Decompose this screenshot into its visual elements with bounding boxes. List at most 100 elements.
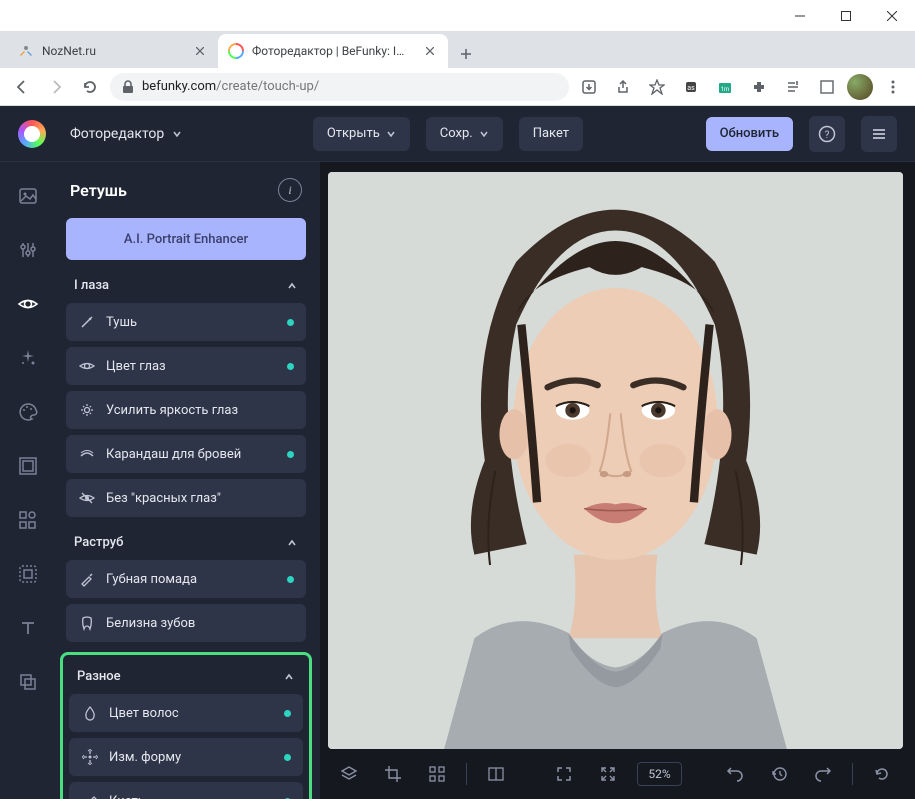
rail-frames-button[interactable] [10, 448, 46, 484]
browser-tab[interactable]: NozNet.ru [8, 34, 218, 68]
tool-red-eye[interactable]: Без "красных глаз" [66, 479, 306, 517]
svg-text:1m: 1m [721, 86, 730, 93]
profile-avatar[interactable] [847, 74, 873, 100]
reshape-icon [81, 748, 99, 766]
rail-effects-button[interactable] [10, 340, 46, 376]
fit-button[interactable] [593, 759, 623, 789]
tool-mascara[interactable]: Тушь [66, 303, 306, 341]
pro-dot-icon [284, 754, 291, 761]
tab-title: NozNet.ru [42, 44, 184, 58]
browser-tab[interactable]: Фоторедактор | BeFunky: Image [218, 34, 448, 68]
canvas[interactable] [328, 172, 903, 749]
forward-button[interactable] [42, 73, 70, 101]
section-header[interactable]: І лаза [66, 270, 306, 301]
fullscreen-button[interactable] [549, 759, 579, 789]
tool-label: Кисть [109, 794, 145, 799]
tool-label: Белизна зубов [106, 616, 195, 631]
tool-lipstick[interactable]: Губная помада [66, 560, 306, 598]
reset-button[interactable] [867, 759, 897, 789]
rail-artsy-button[interactable] [10, 394, 46, 430]
section-header[interactable]: Раструб [66, 527, 306, 558]
bookmark-button[interactable] [643, 73, 671, 101]
close-icon[interactable] [422, 43, 438, 59]
tool-brush[interactable]: Кисть [69, 782, 303, 799]
section-title: Разное [77, 669, 121, 684]
tool-hair-color[interactable]: Цвет волос [69, 694, 303, 732]
zoom-indicator[interactable]: 52% [637, 762, 681, 786]
tool-label: Без "красных глаз" [106, 491, 221, 506]
undo-button[interactable] [720, 759, 750, 789]
pro-dot-icon [287, 319, 294, 326]
extension-icon[interactable] [813, 73, 841, 101]
extension-icon[interactable] [779, 73, 807, 101]
section-title: І лаза [74, 278, 109, 293]
rail-textures-button[interactable] [10, 664, 46, 700]
tool-eye-color[interactable]: Цвет глаз [66, 347, 306, 385]
mode-label: Фоторедактор [70, 126, 164, 142]
grid-button[interactable] [422, 759, 452, 789]
pro-dot-icon [287, 363, 294, 370]
befunky-favicon-icon [228, 43, 244, 59]
help-button[interactable]: ? [809, 116, 845, 152]
batch-button[interactable]: Пакет [519, 117, 583, 151]
tool-teeth-whiten[interactable]: Белизна зубов [66, 604, 306, 642]
extension-icon[interactable]: as [677, 73, 705, 101]
info-button[interactable]: i [278, 178, 302, 202]
crop-button[interactable] [378, 759, 408, 789]
share-icon[interactable] [609, 73, 637, 101]
svg-text:as: as [687, 84, 695, 92]
rail-text-button[interactable] [10, 610, 46, 646]
window-titlebar [0, 0, 915, 32]
extensions-button[interactable] [745, 73, 773, 101]
section-title: Раструб [74, 535, 123, 550]
reload-button[interactable] [76, 73, 104, 101]
tool-label: Усилить яркость глаз [106, 403, 238, 418]
new-tab-button[interactable] [452, 40, 480, 68]
history-button[interactable] [764, 759, 794, 789]
window-maximize-button[interactable] [823, 0, 869, 32]
window-minimize-button[interactable] [777, 0, 823, 32]
close-icon[interactable] [192, 43, 208, 59]
mascara-icon [78, 313, 96, 331]
section-header[interactable]: Разное [69, 661, 303, 692]
tool-brow-pencil[interactable]: Карандаш для бровей [66, 435, 306, 473]
tool-label: Тушь [106, 315, 137, 330]
save-button[interactable]: Сохр. [426, 117, 503, 151]
rail-image-button[interactable] [10, 178, 46, 214]
tool-label: Карандаш для бровей [106, 447, 241, 462]
install-icon[interactable] [575, 73, 603, 101]
menu-button[interactable] [861, 116, 897, 152]
svg-text:?: ? [825, 130, 830, 141]
browser-toolbar: befunky.com/create/touch-up/ as 1m [0, 68, 915, 106]
window-close-button[interactable] [869, 0, 915, 32]
portrait-image [328, 172, 903, 749]
redo-button[interactable] [808, 759, 838, 789]
compare-button[interactable] [481, 759, 511, 789]
tool-eye-brighten[interactable]: Усилить яркость глаз [66, 391, 306, 429]
pro-dot-icon [287, 451, 294, 458]
browser-menu-button[interactable] [879, 73, 907, 101]
layers-button[interactable] [334, 759, 364, 789]
rail-adjust-button[interactable] [10, 232, 46, 268]
chevron-down-icon [386, 129, 396, 139]
redeye-icon [78, 489, 96, 507]
upgrade-button[interactable]: Обновить [706, 117, 793, 151]
rail-overlays-button[interactable] [10, 556, 46, 592]
address-text: befunky.com/create/touch-up/ [142, 79, 319, 94]
tools-icon [18, 43, 34, 59]
address-bar[interactable]: befunky.com/create/touch-up/ [110, 73, 569, 101]
tool-reshape[interactable]: Изм. форму [69, 738, 303, 776]
rail-graphics-button[interactable] [10, 502, 46, 538]
tool-label: Губная помада [106, 572, 197, 587]
sparkle-icon [78, 401, 96, 419]
ai-enhancer-button[interactable]: A.I. Portrait Enhancer [66, 218, 306, 260]
browser-tabstrip: NozNet.ru Фоторедактор | BeFunky: Image [0, 32, 915, 68]
mode-dropdown[interactable]: Фоторедактор [62, 118, 190, 150]
open-button[interactable]: Открыть [313, 117, 410, 151]
extension-icon[interactable]: 1m [711, 73, 739, 101]
back-button[interactable] [8, 73, 36, 101]
rail-touchup-button[interactable] [10, 286, 46, 322]
drop-icon [81, 704, 99, 722]
befunky-logo-icon[interactable] [18, 120, 46, 148]
tool-rail [0, 162, 56, 799]
